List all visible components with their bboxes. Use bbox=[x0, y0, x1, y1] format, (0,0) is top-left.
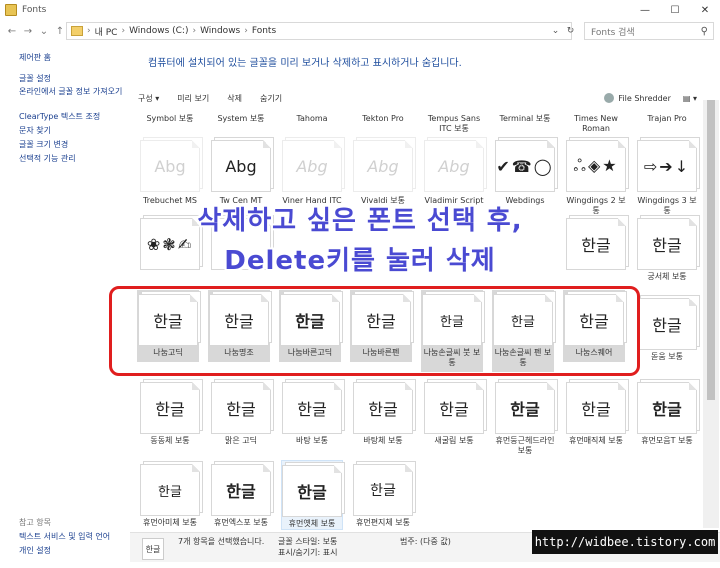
page-instruction: 컴퓨터에 설치되어 있는 글꼴을 미리 보거나 삭제하고 표시하거나 숨깁니다. bbox=[148, 58, 462, 69]
details-thumbnail: 한글 bbox=[142, 538, 164, 560]
font-tile-label: Tekton Pro bbox=[362, 114, 404, 123]
font-tile[interactable]: 한글 맑은 고딕 bbox=[210, 382, 272, 446]
show-hide-field: 표시/숨기기: 표시 bbox=[278, 548, 338, 557]
folder-icon bbox=[71, 26, 83, 36]
blog-watermark: http://widbee.tistory.com bbox=[532, 530, 718, 554]
font-tile[interactable]: ⇨➔↓ bbox=[636, 140, 698, 192]
font-tile-label: Tempus Sans ITC 보통 bbox=[427, 114, 481, 133]
font-tile[interactable]: 한글 휴먼편지체 보통 bbox=[352, 464, 414, 528]
font-tile[interactable]: 한글 휴먼아미체 보통 bbox=[139, 464, 201, 528]
hide-button[interactable]: 숨기기 bbox=[260, 93, 282, 104]
font-tile[interactable]: 한글 바탕 보통 bbox=[281, 382, 343, 446]
font-style-field: 글꼴 스타일: 보통 bbox=[278, 537, 338, 546]
font-tile[interactable]: 한글 휴먼매직체 보통 bbox=[565, 382, 627, 446]
font-tile-hovered[interactable]: 한글 휴먼옛체 보통 bbox=[281, 460, 343, 530]
category-field: 범주: (다중 값) bbox=[400, 537, 451, 546]
font-tile-label: Symbol 보통 bbox=[146, 114, 194, 123]
forward-icon[interactable]: → bbox=[20, 23, 36, 39]
font-tile-label: Tahoma bbox=[296, 114, 328, 123]
title-bar: Fonts — ☐ ✕ bbox=[0, 0, 720, 20]
fonts-app-icon bbox=[5, 4, 17, 16]
breadcrumb-fonts[interactable]: Fonts bbox=[252, 26, 276, 36]
view-options-icon[interactable]: ▤ ▾ bbox=[683, 94, 697, 103]
font-tile[interactable]: Abg bbox=[139, 140, 201, 192]
search-input[interactable]: Fonts 검색 ⚲ bbox=[584, 22, 714, 40]
font-tile[interactable]: 한글 휴먼둥근헤드라인 보통 bbox=[494, 382, 556, 456]
font-tile[interactable]: Abg bbox=[281, 140, 343, 192]
font-tile[interactable]: ✔☎◯ bbox=[494, 140, 556, 192]
font-tile[interactable]: 한글 휴먼엑스포 보통 bbox=[210, 464, 272, 528]
command-bar: 구성 ▾ 미리 보기 삭제 숨기기 File Shredder ▤ ▾ bbox=[130, 90, 705, 106]
font-tile-label: Trajan Pro bbox=[647, 114, 687, 123]
sidebar-link-cleartype[interactable]: ClearType 텍스트 조정 bbox=[19, 111, 100, 122]
back-icon[interactable]: ← bbox=[4, 23, 20, 39]
font-tile[interactable]: 한글 휴먼모음T 보통 bbox=[636, 382, 698, 446]
sidebar-link-personalization[interactable]: 개인 설정 bbox=[19, 545, 51, 556]
selected-count: 7개 항목을 선택했습니다. bbox=[178, 537, 265, 546]
sidebar-link-change-font-size[interactable]: 글꼴 크기 변경 bbox=[19, 139, 68, 150]
font-tile[interactable]: 한글 동동체 보통 bbox=[139, 382, 201, 446]
annotation-line-1: 삭제하고 싶은 폰트 선택 후, bbox=[197, 206, 523, 236]
font-tile-label: Terminal 보통 bbox=[499, 114, 551, 123]
breadcrumb-this-pc[interactable]: 내 PC bbox=[95, 25, 118, 38]
sidebar-link-control-panel-home[interactable]: 제어판 홈 bbox=[19, 52, 51, 63]
vertical-scrollbar[interactable] bbox=[703, 100, 719, 528]
font-tile[interactable]: 한글 새굴림 보통 bbox=[423, 382, 485, 446]
address-dropdown-icon[interactable]: ⌄ bbox=[552, 26, 560, 36]
sidebar-link-text-services[interactable]: 텍스트 서비스 및 입력 언어 bbox=[19, 531, 110, 542]
font-tile-label: System 보통 bbox=[217, 114, 265, 123]
delete-button[interactable]: 삭제 bbox=[227, 93, 242, 104]
sidebar-link-online-font-info[interactable]: 온라인에서 글꼴 정보 가져오기 bbox=[19, 86, 122, 97]
font-tile[interactable]: Abg bbox=[423, 140, 485, 192]
search-placeholder: Fonts 검색 bbox=[591, 27, 635, 38]
sidebar-link-font-settings[interactable]: 글꼴 설정 bbox=[19, 73, 51, 84]
search-icon: ⚲ bbox=[700, 26, 708, 37]
preview-button[interactable]: 미리 보기 bbox=[177, 93, 209, 104]
sidebar-link-optional-features[interactable]: 선택적 기능 관리 bbox=[19, 153, 76, 164]
sidebar-link-find-character[interactable]: 문자 찾기 bbox=[19, 125, 51, 136]
window-title: Fonts bbox=[22, 5, 47, 15]
close-button[interactable]: ✕ bbox=[690, 0, 720, 20]
organize-button[interactable]: 구성 ▾ bbox=[138, 93, 159, 104]
font-tile[interactable]: 한글 바탕체 보통 bbox=[352, 382, 414, 446]
file-shredder-button[interactable]: File Shredder bbox=[618, 94, 670, 103]
annotation-line-2: Delete키를 눌러 삭제 bbox=[224, 246, 496, 276]
breadcrumb-c-drive[interactable]: Windows (C:) bbox=[129, 26, 188, 36]
address-bar[interactable]: › 내 PC › Windows (C:) › Windows › Fonts bbox=[66, 22, 572, 40]
font-tile[interactable]: Abg bbox=[210, 140, 272, 192]
see-also-heading: 참고 항목 bbox=[19, 518, 51, 527]
breadcrumb-windows[interactable]: Windows bbox=[200, 26, 240, 36]
file-shredder-icon bbox=[604, 93, 615, 103]
recent-dropdown-icon[interactable]: ⌄ bbox=[36, 23, 52, 39]
font-tile[interactable]: Abg bbox=[352, 140, 414, 192]
maximize-button[interactable]: ☐ bbox=[660, 0, 690, 20]
selection-highlight-box bbox=[109, 286, 640, 376]
refresh-icon[interactable]: ↻ bbox=[567, 26, 575, 36]
minimize-button[interactable]: — bbox=[630, 0, 660, 20]
font-tile-dotum[interactable]: 한글 돋움 보통 bbox=[636, 298, 698, 362]
address-row: ← → ⌄ ↑ › 내 PC › Windows (C:) › Windows › F… bbox=[0, 20, 720, 42]
font-tile-label: Times New Roman bbox=[574, 114, 618, 133]
font-tile[interactable]: ஃ◈★ bbox=[565, 140, 627, 192]
